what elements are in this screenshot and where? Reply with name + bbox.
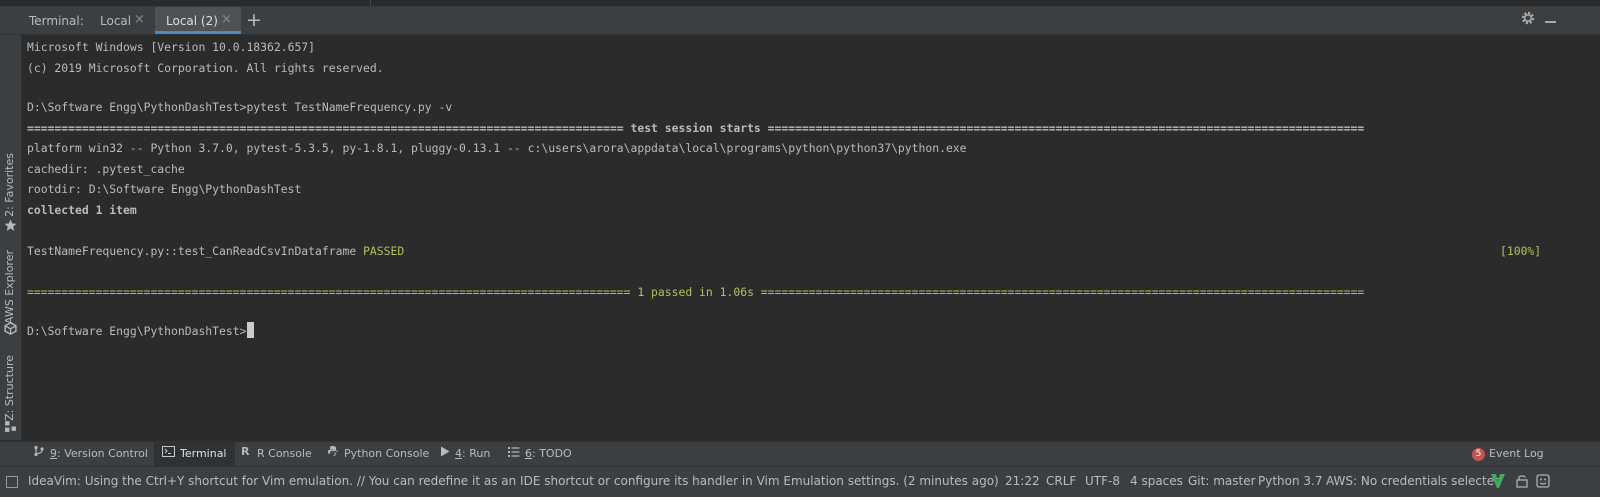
python-console-icon (327, 442, 339, 466)
session-header: test session starts (623, 121, 768, 135)
test-percent: [100%] (1500, 244, 1542, 258)
terminal-line: D:\Software Engg\PythonDashTest>pytest T… (27, 100, 453, 114)
sidebar-item-label: 2: Favorites (3, 153, 16, 217)
event-log-button[interactable]: 5 Event Log (1472, 442, 1544, 466)
mnemonic: 9 (50, 447, 57, 460)
prompt-line[interactable]: D:\Software Engg\PythonDashTest> (27, 322, 255, 340)
tab-label: Local (100, 14, 132, 28)
summary-text: 1 passed in 1.06s (630, 285, 761, 299)
tab-label: : Run (462, 447, 491, 460)
event-log-label: Event Log (1489, 447, 1544, 460)
tab-label: : TODO (532, 447, 572, 460)
svg-text:R: R (241, 445, 250, 457)
sidebar-item-structure[interactable]: Z: Structure (0, 355, 21, 435)
gear-icon[interactable] (1520, 10, 1536, 29)
toggle-tool-windows-icon[interactable] (6, 476, 18, 488)
mnemonic: 6 (525, 447, 532, 460)
git-branch[interactable]: Git: master (1188, 474, 1256, 488)
test-result-line: TestNameFrequency.py::test_CanReadCsvInD… (27, 242, 404, 260)
terminal-line: cachedir: .pytest_cache (27, 162, 185, 176)
terminal-line: platform win32 -- Python 3.7.0, pytest-5… (27, 141, 967, 155)
version-control-icon (33, 442, 45, 466)
r-console-icon: R (240, 442, 252, 466)
tab-python-console[interactable]: Python Console (327, 442, 429, 466)
line-ending[interactable]: CRLF (1046, 474, 1076, 488)
left-tool-strip: 2: Favorites AWS Explorer Z: Structure (0, 35, 22, 440)
cube-icon (4, 320, 17, 339)
python-interpreter[interactable]: Python 3.7 (1258, 474, 1323, 488)
terminal-line: (c) 2019 Microsoft Corporation. All righ… (27, 61, 384, 75)
terminal-line: Microsoft Windows [Version 10.0.18362.65… (27, 40, 316, 54)
terminal-tab-bar: Terminal: Local × Local (2) × + (0, 7, 1600, 35)
status-message[interactable]: IdeaVim: Using the Ctrl+Y shortcut for V… (28, 474, 999, 488)
tab-label: Python Console (344, 447, 430, 460)
separator-right: ========================================… (767, 121, 1365, 135)
tab-version-control[interactable]: 9: Version Control (33, 442, 148, 466)
test-name: TestNameFrequency.py::test_CanReadCsvInD… (27, 244, 364, 258)
tab-local[interactable]: Local × (88, 7, 150, 34)
tab-local-2[interactable]: Local (2) × (155, 7, 241, 34)
face-icon[interactable] (1536, 474, 1550, 491)
run-icon (440, 442, 450, 466)
close-icon[interactable]: × (134, 12, 145, 27)
terminal-output[interactable]: Microsoft Windows [Version 10.0.18362.65… (27, 38, 1587, 438)
text-cursor (247, 322, 255, 338)
event-count-badge: 5 (1472, 447, 1485, 461)
todo-icon (508, 442, 520, 466)
test-status: PASSED (363, 244, 405, 258)
terminal-line: collected 1 item (27, 203, 137, 217)
file-encoding[interactable]: UTF-8 (1085, 474, 1120, 488)
sidebar-item-label: Z: Structure (3, 355, 16, 421)
add-tab-icon[interactable]: + (246, 9, 262, 31)
terminal-label: Terminal: (29, 14, 84, 28)
tool-window-bar: 9: Version Control Terminal R R Console P… (0, 441, 1600, 466)
prompt: D:\Software Engg\PythonDashTest> (27, 324, 247, 338)
separator-left: ========================================… (27, 121, 624, 135)
tab-label: R Console (257, 447, 312, 460)
tab-todo[interactable]: 6: TODO (508, 442, 572, 466)
tab-label: Terminal (180, 447, 227, 460)
structure-icon (4, 418, 17, 437)
tab-label: : Version Control (57, 447, 148, 460)
summary-separator: ========================================… (27, 283, 1542, 301)
sidebar-item-favorites[interactable]: 2: Favorites (0, 153, 21, 233)
indent-setting[interactable]: 4 spaces (1130, 474, 1183, 488)
caret-position[interactable]: 21:22 (1005, 474, 1040, 488)
session-start-separator: ========================================… (27, 119, 1542, 137)
hide-icon[interactable] (1543, 10, 1559, 26)
editor-divider (370, 0, 371, 6)
mnemonic: 4 (455, 447, 462, 460)
close-icon[interactable]: × (221, 12, 232, 27)
editor-top-strip (0, 0, 1600, 7)
tab-label: Local (2) (166, 14, 218, 28)
separator-left: ========================================… (27, 285, 631, 299)
sidebar-item-label: AWS Explorer (3, 250, 16, 325)
tab-r-console[interactable]: R R Console (240, 442, 312, 466)
terminal-icon (162, 442, 175, 466)
sidebar-item-aws-explorer[interactable]: AWS Explorer (0, 250, 21, 335)
terminal-line: rootdir: D:\Software Engg\PythonDashTest (27, 182, 302, 196)
tab-terminal[interactable]: Terminal (154, 442, 235, 466)
status-bar: IdeaVim: Using the Ctrl+Y shortcut for V… (0, 466, 1600, 497)
star-icon (4, 217, 17, 236)
terminal-scrollbar[interactable] (1590, 35, 1600, 440)
tab-run[interactable]: 4: Run (440, 442, 490, 466)
separator-right: ========================================… (760, 285, 1365, 299)
vim-icon[interactable] (1491, 473, 1505, 492)
aws-credentials[interactable]: AWS: No credentials selected (1326, 474, 1502, 488)
lock-icon[interactable] (1516, 474, 1528, 491)
